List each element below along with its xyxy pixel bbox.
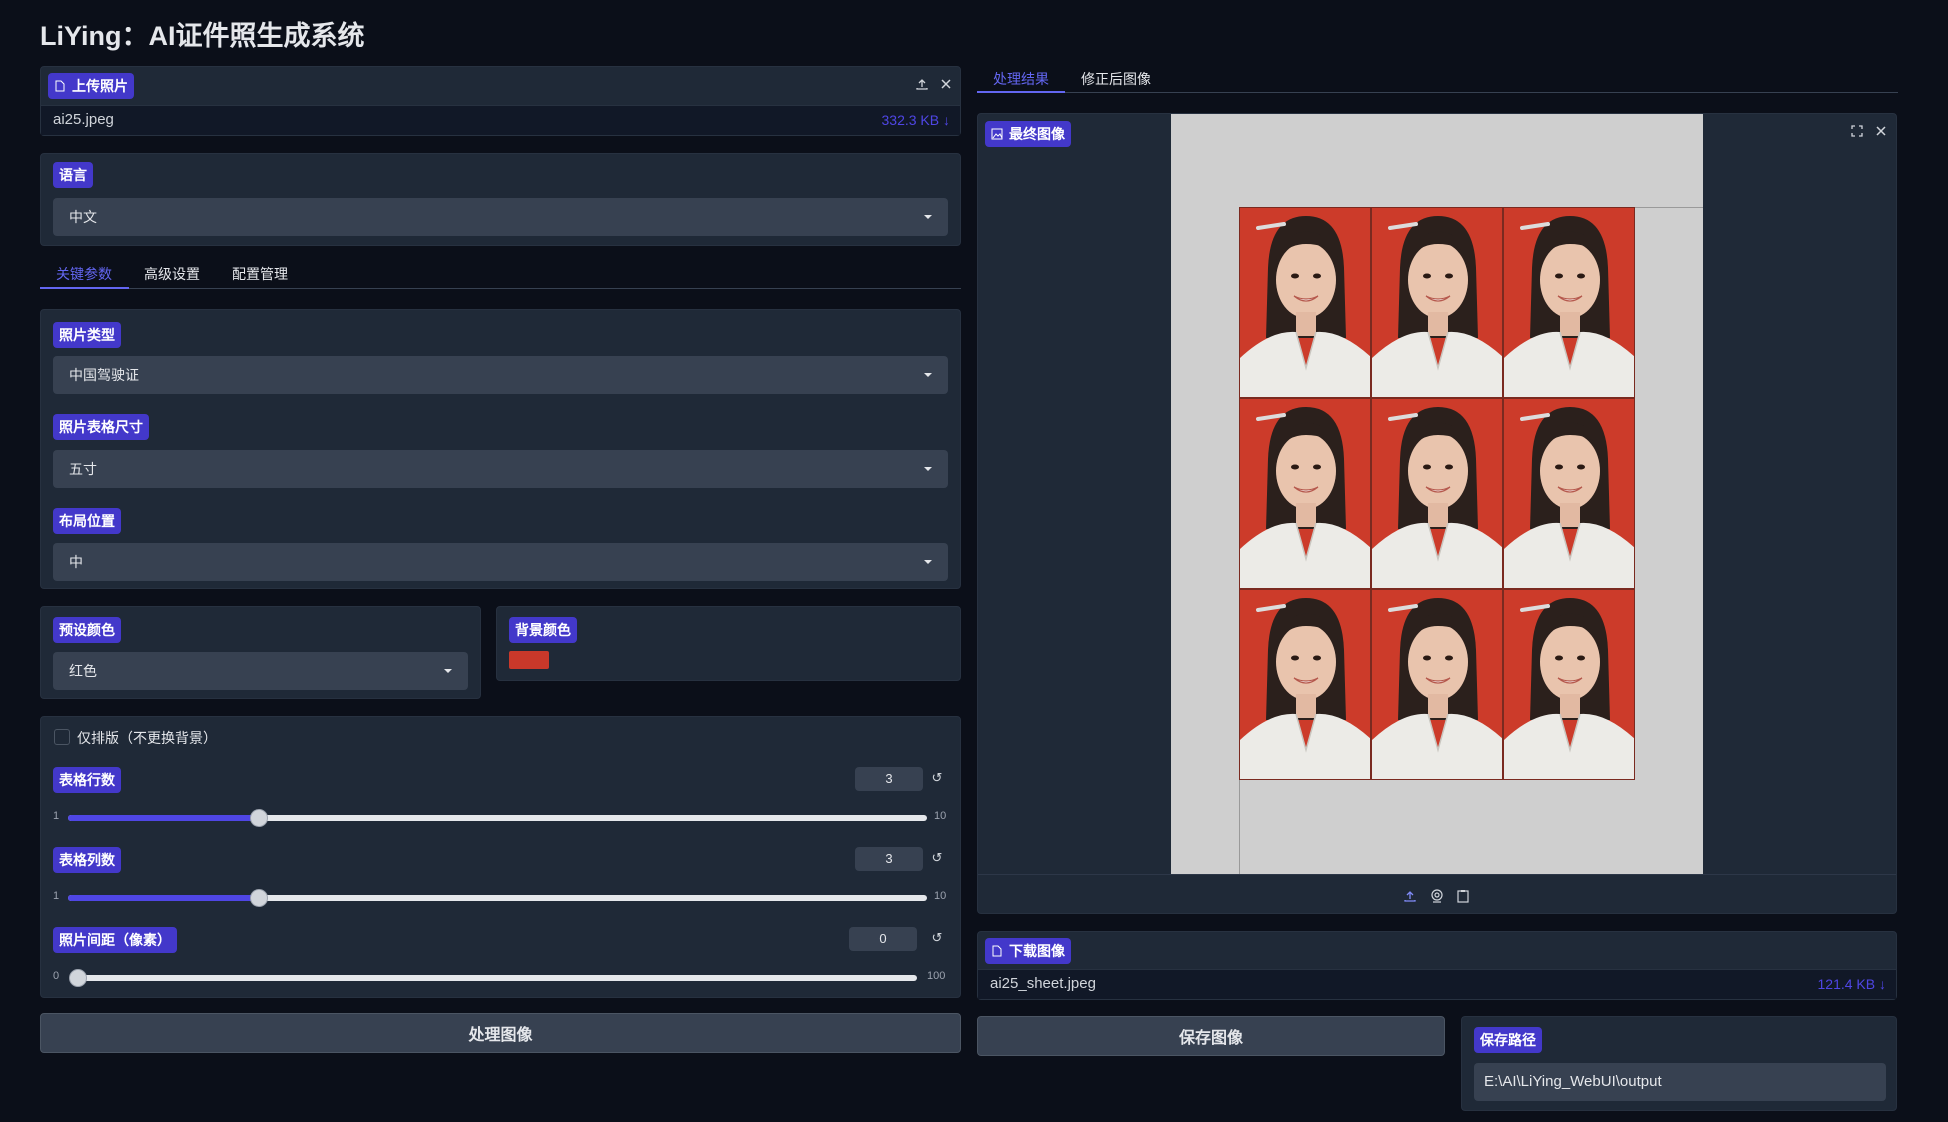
save-path-label: 保存路径 [1474,1027,1542,1053]
final-sheet-image [1171,114,1703,874]
preset-color-value: 红色 [69,663,97,679]
close-icon[interactable] [1872,122,1890,140]
download-filename: ai25_sheet.jpeg [990,975,1096,992]
chevron-down-icon [924,560,932,564]
bg-color-label: 背景颜色 [509,617,577,643]
chevron-down-icon [924,215,932,219]
language-panel: 语言 中文 [40,153,961,246]
cols-input[interactable]: 3 [855,847,923,871]
image-icon [991,128,1003,140]
fullscreen-icon[interactable] [1848,122,1866,140]
rows-label: 表格行数 [53,767,121,793]
portrait-photo [1371,589,1503,780]
reset-icon[interactable]: ↺ [927,930,947,946]
slider-thumb[interactable] [249,809,268,827]
spacing-slider[interactable] [69,969,917,987]
page-title: LiYing：AI证件照生成系统 [40,21,365,51]
preset-color-panel: 预设颜色 红色 [40,606,481,699]
layout-only-checkbox[interactable] [54,729,70,745]
cols-max: 10 [934,890,947,902]
spacing-min: 0 [53,970,60,982]
close-icon[interactable] [937,75,955,93]
portrait-photo [1503,589,1635,780]
download-filesize[interactable]: 121.4 KB ↓ [1818,976,1887,992]
bg-color-panel: 背景颜色 [496,606,961,681]
portrait-photo [1371,398,1503,589]
rows-slider[interactable] [68,809,927,827]
reset-icon[interactable]: ↺ [927,850,947,866]
portrait-photo [1503,398,1635,589]
chevron-down-icon [924,373,932,377]
cols-min: 1 [53,890,60,902]
save-button[interactable]: 保存图像 [977,1016,1445,1056]
spacing-input[interactable]: 0 [849,927,917,951]
portrait-photo [1239,589,1371,780]
slider-thumb[interactable] [69,969,87,987]
language-value: 中文 [69,209,97,225]
upload-icon[interactable] [1401,887,1419,905]
chevron-down-icon [924,467,932,471]
cols-slider[interactable] [68,889,927,907]
language-select[interactable]: 中文 [53,198,948,236]
chevron-down-icon [444,669,452,673]
preset-color-label: 预设颜色 [53,617,121,643]
bg-color-swatch[interactable] [509,651,549,669]
layout-only-label[interactable]: 仅排版（不更换背景） [77,728,217,748]
photo-type-value: 中国驾驶证 [69,367,139,383]
upload-panel: 上传照片 ai25.jpeg 332.3 KB ↓ [40,66,961,136]
final-image-label: 最终图像 [985,121,1071,147]
upload-filesize[interactable]: 332.3 KB ↓ [882,112,951,128]
download-panel: 下载图像 ai25_sheet.jpeg 121.4 KB ↓ [977,931,1897,1000]
rows-min: 1 [53,810,60,822]
clipboard-icon[interactable] [1454,887,1472,905]
sheet-size-label: 照片表格尺寸 [53,414,149,440]
file-icon [55,80,65,92]
params-panel: 照片类型 中国驾驶证 照片表格尺寸 五寸 布局位置 中 [40,309,961,589]
upload-label: 上传照片 [48,73,134,99]
photo-type-label: 照片类型 [53,322,121,348]
photo-grid [1239,207,1636,780]
slider-thumb[interactable] [249,889,268,907]
layout-label: 布局位置 [53,508,121,534]
save-path-input[interactable]: E:\AI\LiYing_WebUI\output [1474,1063,1886,1101]
layout-select[interactable]: 中 [53,543,948,581]
download-label: 下载图像 [985,938,1071,964]
save-path-panel: 保存路径 E:\AI\LiYing_WebUI\output [1461,1016,1897,1111]
portrait-photo [1239,398,1371,589]
sheet-size-select[interactable]: 五寸 [53,450,948,488]
layout-value: 中 [69,554,83,570]
language-label: 语言 [53,162,93,188]
spacing-label: 照片间距（像素） [53,927,177,953]
cols-label: 表格列数 [53,847,121,873]
rows-input[interactable]: 3 [855,767,923,791]
photo-type-select[interactable]: 中国驾驶证 [53,356,948,394]
sheet-size-value: 五寸 [69,461,97,477]
preset-color-select[interactable]: 红色 [53,652,468,690]
upload-filename: ai25.jpeg [53,111,114,128]
final-image-panel: 最终图像 [977,113,1897,914]
webcam-icon[interactable] [1428,887,1446,905]
process-button[interactable]: 处理图像 [40,1013,961,1053]
sliders-panel: 仅排版（不更换背景） 表格行数 3 ↺ 1 10 表格列数 3 ↺ 1 10 照… [40,716,961,998]
reset-icon[interactable]: ↺ [927,770,947,786]
portrait-photo [1239,207,1371,398]
spacing-max: 100 [927,970,946,982]
file-icon [992,945,1002,957]
portrait-photo [1371,207,1503,398]
rows-max: 10 [934,810,947,822]
upload-icon[interactable] [913,75,931,93]
portrait-photo [1503,207,1635,398]
